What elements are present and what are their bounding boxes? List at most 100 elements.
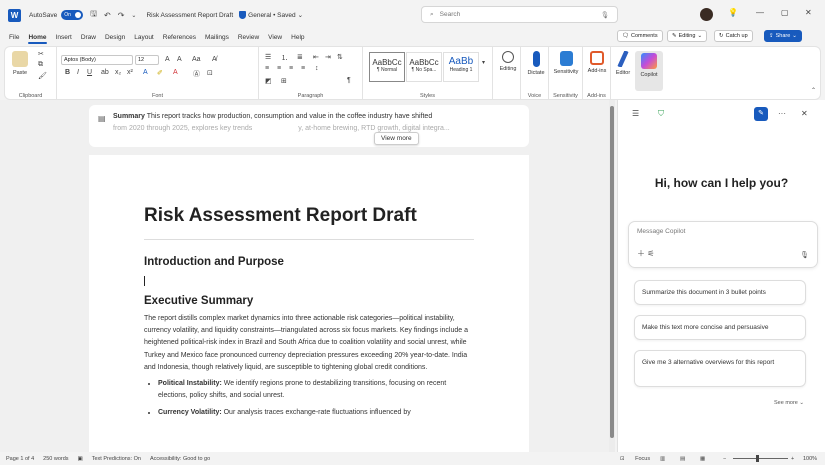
tab-view[interactable]: View [268, 34, 282, 41]
highlight-icon[interactable]: ✐ [157, 69, 163, 77]
tab-insert[interactable]: Insert [56, 34, 72, 41]
view-more-button[interactable]: View more [374, 132, 419, 145]
redo-icon[interactable]: ↷ [118, 11, 125, 20]
tab-design[interactable]: Design [105, 34, 125, 41]
editor-button[interactable]: Editor [611, 51, 635, 76]
change-case-icon[interactable]: Aa [192, 56, 201, 63]
suggestion-overviews[interactable]: Give me 3 alternative overviews for this… [634, 350, 806, 387]
font-name-select[interactable]: Aptos (Body) [61, 55, 133, 65]
dictate-button[interactable]: Dictate [524, 51, 548, 76]
zoom-slider[interactable] [733, 458, 788, 459]
undo-icon[interactable]: ↶ [104, 11, 111, 20]
copy-icon[interactable]: ⧉ [38, 61, 43, 69]
suggestion-summarize[interactable]: Summarize this document in 3 bullet poin… [634, 280, 806, 305]
justify-icon[interactable]: ≡ [301, 65, 305, 72]
superscript-icon[interactable]: x² [127, 69, 133, 76]
scrollbar-thumb[interactable] [610, 106, 614, 438]
document-title[interactable]: Risk Assessment Report Draft [146, 12, 233, 19]
tab-layout[interactable]: Layout [134, 34, 154, 41]
document-scrollbar[interactable] [609, 100, 615, 452]
catch-up-button[interactable]: ↻ Catch up [714, 30, 753, 42]
autosave-toggle[interactable]: On [61, 10, 84, 20]
proofing-icon[interactable]: ▣ [78, 456, 83, 462]
tab-file[interactable]: File [9, 34, 19, 41]
sensitivity-button[interactable]: Sensitivity [551, 51, 581, 75]
read-mode-icon[interactable]: ▥ [660, 456, 665, 462]
style-heading-1[interactable]: AaBb Heading 1 [443, 52, 479, 82]
collapse-ribbon-icon[interactable]: ⌃ [811, 87, 816, 94]
char-border-icon[interactable]: ⊡ [207, 69, 213, 77]
close-pane-icon[interactable]: ✕ [801, 109, 808, 118]
numbering-icon[interactable]: ⒈ [281, 53, 288, 63]
show-marks-icon[interactable]: ¶ [347, 77, 351, 84]
zoom-out-icon[interactable]: − [723, 456, 726, 462]
sort-icon[interactable]: ⇅ [337, 53, 343, 61]
align-right-icon[interactable]: ≡ [289, 65, 293, 72]
editing-button[interactable]: Editing [496, 51, 520, 72]
zoom-in-icon[interactable]: + [791, 456, 794, 462]
font-color-icon[interactable]: A [173, 69, 178, 76]
avatar[interactable] [700, 8, 713, 21]
grow-font-icon[interactable]: A [165, 56, 170, 63]
bullets-icon[interactable]: ☰ [265, 53, 271, 61]
mic-icon[interactable]: 🎙 [601, 11, 609, 19]
italic-icon[interactable]: I [77, 69, 79, 76]
customize-toolbar-icon[interactable]: ⌄ [131, 12, 136, 19]
shrink-font-icon[interactable]: A [177, 56, 182, 63]
multilevel-list-icon[interactable]: ≣ [297, 53, 303, 61]
style-no-spacing[interactable]: AaBbCc ¶ No Spa... [406, 52, 442, 82]
tab-draw[interactable]: Draw [81, 34, 96, 41]
tab-references[interactable]: References [163, 34, 196, 41]
char-shading-icon[interactable]: Ⓐ [193, 69, 200, 79]
tab-review[interactable]: Review [238, 34, 259, 41]
menu-icon[interactable]: ☰ [632, 109, 639, 118]
document-canvas[interactable]: ▤ Summary This report tracks how product… [0, 100, 610, 452]
copilot-button[interactable]: Copilot [635, 51, 663, 91]
web-layout-icon[interactable]: ▦ [700, 456, 705, 462]
paste-button[interactable]: Paste [9, 51, 31, 76]
copilot-message-input[interactable]: Message Copilot ＋ ⚟ 🎙 [628, 221, 818, 268]
clear-format-icon[interactable]: A̸ [212, 56, 217, 63]
focus-button[interactable]: ⊡ Focus [620, 456, 659, 462]
font-size-select[interactable]: 12 [135, 55, 159, 65]
format-painter-icon[interactable]: 🖌 [38, 72, 47, 80]
decrease-indent-icon[interactable]: ⇤ [313, 53, 319, 61]
suggestion-concise[interactable]: Make this text more concise and persuasi… [634, 315, 806, 340]
style-normal[interactable]: AaBbCc ¶ Normal [369, 52, 405, 82]
sensitivity-chip[interactable]: General • Saved ⌄ [239, 11, 303, 19]
cut-icon[interactable]: ✂ [38, 50, 44, 58]
page-count[interactable]: Page 1 of 4 [6, 456, 34, 462]
close-icon[interactable]: ✕ [805, 8, 812, 17]
more-options-icon[interactable]: ··· [778, 109, 786, 118]
tab-home[interactable]: Home [28, 34, 47, 44]
bold-icon[interactable]: B [65, 69, 70, 76]
print-layout-icon[interactable]: ▤ [680, 456, 685, 462]
word-count[interactable]: 250 words [43, 456, 68, 462]
tab-mailings[interactable]: Mailings [205, 34, 229, 41]
add-icon[interactable]: ＋ ⚟ [637, 248, 654, 259]
text-effects-icon[interactable]: A [143, 69, 148, 76]
settings-sliders-icon[interactable]: ⚟ [647, 249, 654, 258]
borders-icon[interactable]: ⊞ [281, 77, 287, 85]
strikethrough-icon[interactable]: ab [101, 69, 109, 76]
see-more-link[interactable]: See more ⌄ [774, 400, 804, 406]
share-button[interactable]: ⇪ Share ⌄ [764, 30, 802, 42]
subscript-icon[interactable]: x₂ [115, 69, 121, 76]
editing-mode-button[interactable]: ✎ Editing ⌄ [667, 30, 708, 42]
comments-button[interactable]: 🗨 Comments [617, 30, 663, 42]
addins-button[interactable]: Add-ins [585, 51, 609, 74]
mic-icon[interactable]: 🎙 [800, 251, 809, 259]
line-spacing-icon[interactable]: ↕ [315, 65, 319, 72]
search-input[interactable]: ⌕ Search 🎙 [421, 6, 618, 23]
document-page[interactable]: Risk Assessment Report Draft Introductio… [89, 155, 529, 452]
accessibility-status[interactable]: Accessibility: Good to go [150, 456, 210, 462]
tab-help[interactable]: Help [291, 34, 304, 41]
zoom-slider-thumb[interactable] [756, 455, 759, 462]
text-predictions-status[interactable]: Text Predictions: On [92, 456, 141, 462]
zoom-level[interactable]: 100% [803, 456, 817, 462]
minimize-icon[interactable]: — [756, 8, 764, 17]
shading-icon[interactable]: ◩ [265, 77, 272, 85]
align-center-icon[interactable]: ≡ [277, 65, 281, 72]
underline-icon[interactable]: U [87, 69, 92, 76]
lightbulb-icon[interactable]: 💡 [728, 8, 738, 17]
